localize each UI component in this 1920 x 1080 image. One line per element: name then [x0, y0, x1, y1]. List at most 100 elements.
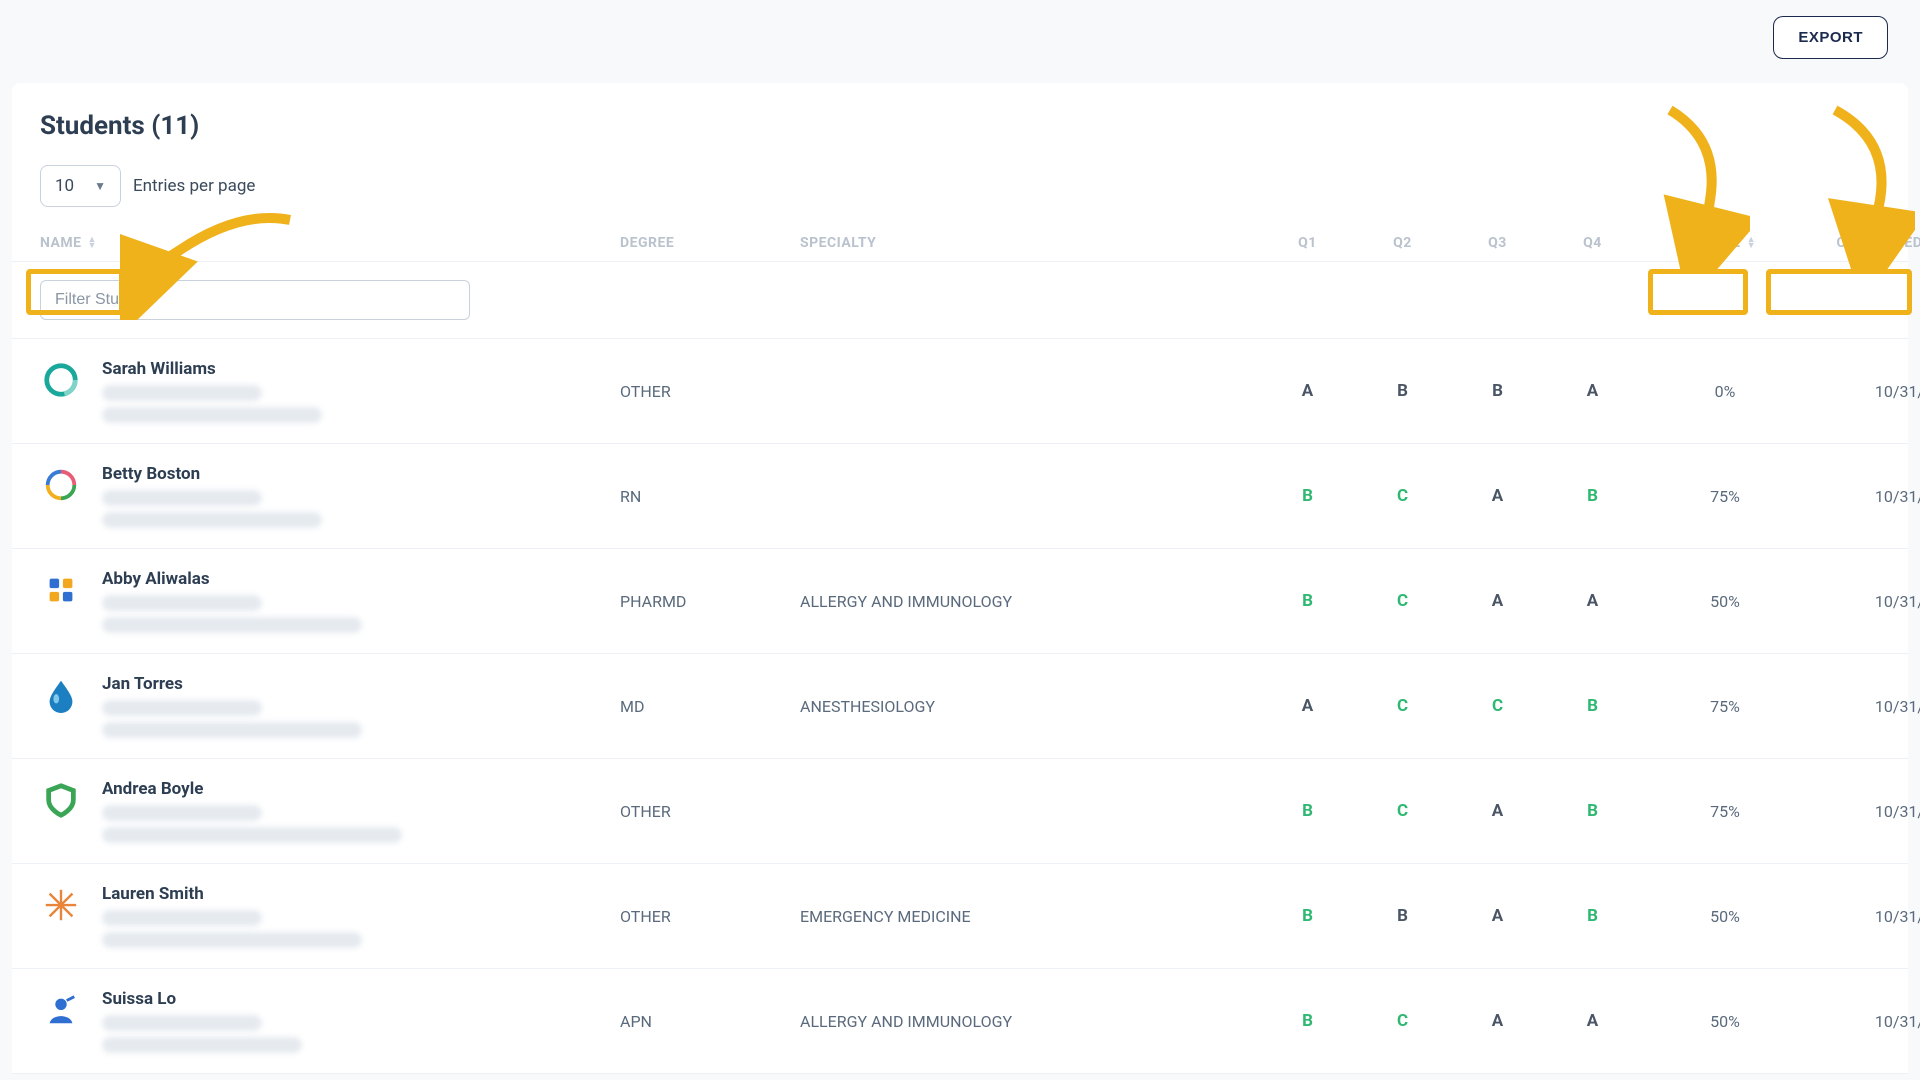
q4-cell: B	[1545, 906, 1640, 926]
redacted-line	[102, 932, 362, 948]
score-cell: 50%	[1640, 592, 1810, 611]
q1-cell: B	[1260, 486, 1355, 506]
redacted-line	[102, 490, 262, 506]
q3-cell: A	[1450, 486, 1545, 506]
table-row[interactable]: Lauren SmithOTHEREMERGENCY MEDICINEBBAB5…	[12, 864, 1908, 969]
col-completed-label: COMPLETED AT	[1837, 235, 1920, 251]
q4-cell: B	[1545, 486, 1640, 506]
export-button[interactable]: EXPORT	[1773, 16, 1888, 59]
redacted-line	[102, 827, 402, 843]
score-cell: 50%	[1640, 907, 1810, 926]
col-score-label: SCORE	[1694, 235, 1741, 251]
avatar	[40, 674, 82, 716]
name-block: Jan Torres	[102, 674, 362, 738]
name-cell: Suissa Lo	[40, 989, 620, 1053]
table-row[interactable]: Sarah WilliamsOTHERABBA0%10/31/2024	[12, 339, 1908, 444]
col-name-label: NAME	[40, 235, 82, 251]
completed-at-cell: 10/31/2024	[1810, 487, 1920, 506]
name-cell: Jan Torres	[40, 674, 620, 738]
q4-cell: B	[1545, 696, 1640, 716]
q2-cell: C	[1355, 486, 1450, 506]
entries-value: 10	[55, 176, 74, 196]
degree-cell: RN	[620, 487, 800, 506]
q3-cell: A	[1450, 906, 1545, 926]
col-degree[interactable]: DEGREE	[620, 235, 800, 251]
table-row[interactable]: Andrea BoyleOTHERBCAB75%10/31/2024	[12, 759, 1908, 864]
avatar	[40, 464, 82, 506]
redacted-line	[102, 805, 262, 821]
q3-cell: A	[1450, 801, 1545, 821]
q2-cell: B	[1355, 381, 1450, 401]
redacted-line	[102, 1037, 302, 1053]
name-block: Abby Aliwalas	[102, 569, 362, 633]
q2-cell: C	[1355, 801, 1450, 821]
avatar	[40, 569, 82, 611]
col-q4[interactable]: Q4	[1545, 235, 1640, 251]
main-panel: Students (11) 10 ▼ Entries per page NAME…	[12, 83, 1908, 1074]
sort-icon: ▲▼	[1747, 237, 1756, 249]
name-cell: Andrea Boyle	[40, 779, 620, 843]
name-cell: Abby Aliwalas	[40, 569, 620, 633]
table-row[interactable]: Suissa LoAPNALLERGY AND IMMUNOLOGYBCAA50…	[12, 969, 1908, 1074]
table-header: NAME ▲▼ DEGREE SPECIALTY Q1 Q2 Q3 Q4 SCO…	[12, 225, 1908, 262]
q1-cell: A	[1260, 696, 1355, 716]
filter-row	[12, 262, 1908, 339]
table-row[interactable]: Abby Aliwalas PHARMDALLERGY AND IMMUNOLOG…	[12, 549, 1908, 654]
degree-cell: PHARMD	[620, 592, 800, 611]
avatar	[40, 359, 82, 401]
name-cell: Sarah Williams	[40, 359, 620, 423]
student-name: Sarah Williams	[102, 359, 322, 379]
chevron-down-icon: ▼	[94, 179, 106, 193]
col-q1[interactable]: Q1	[1260, 235, 1355, 251]
degree-cell: APN	[620, 1012, 800, 1031]
redacted-line	[102, 512, 322, 528]
student-name: Abby Aliwalas	[102, 569, 362, 589]
redacted-line	[102, 722, 362, 738]
q1-cell: B	[1260, 1011, 1355, 1031]
score-cell: 0%	[1640, 382, 1810, 401]
degree-cell: MD	[620, 697, 800, 716]
specialty-cell: ALLERGY AND IMMUNOLOGY	[800, 1012, 1260, 1031]
name-block: Suissa Lo	[102, 989, 302, 1053]
redacted-line	[102, 617, 362, 633]
table-row[interactable]: Jan TorresMDANESTHESIOLOGYACCB75%10/31/2…	[12, 654, 1908, 759]
col-q2[interactable]: Q2	[1355, 235, 1450, 251]
redacted-line	[102, 595, 262, 611]
col-q3[interactable]: Q3	[1450, 235, 1545, 251]
q1-cell: B	[1260, 906, 1355, 926]
q3-cell: B	[1450, 381, 1545, 401]
col-name[interactable]: NAME ▲▼	[40, 235, 620, 251]
q2-cell: C	[1355, 696, 1450, 716]
entries-per-page-label: Entries per page	[133, 176, 255, 196]
col-specialty[interactable]: SPECIALTY	[800, 235, 1260, 251]
redacted-line	[102, 700, 262, 716]
name-cell: Lauren Smith	[40, 884, 620, 948]
q3-cell: A	[1450, 591, 1545, 611]
specialty-cell: EMERGENCY MEDICINE	[800, 907, 1260, 926]
filter-student-input[interactable]	[40, 280, 470, 320]
q2-cell: C	[1355, 1011, 1450, 1031]
student-name: Suissa Lo	[102, 989, 302, 1009]
specialty-cell: ANESTHESIOLOGY	[800, 697, 1260, 716]
specialty-cell: ALLERGY AND IMMUNOLOGY	[800, 592, 1260, 611]
q2-cell: B	[1355, 906, 1450, 926]
page-title: Students (11)	[12, 111, 1908, 165]
col-score[interactable]: SCORE ▲▼	[1640, 235, 1810, 251]
students-table: NAME ▲▼ DEGREE SPECIALTY Q1 Q2 Q3 Q4 SCO…	[12, 225, 1908, 1074]
q1-cell: A	[1260, 381, 1355, 401]
name-block: Lauren Smith	[102, 884, 362, 948]
completed-at-cell: 10/31/2024	[1810, 802, 1920, 821]
completed-at-cell: 10/31/2024	[1810, 1012, 1920, 1031]
table-row[interactable]: Betty BostonRNBCAB75%10/31/2024	[12, 444, 1908, 549]
student-name: Lauren Smith	[102, 884, 362, 904]
degree-cell: OTHER	[620, 907, 800, 926]
name-cell: Betty Boston	[40, 464, 620, 528]
avatar	[40, 779, 82, 821]
avatar	[40, 884, 82, 926]
q1-cell: B	[1260, 591, 1355, 611]
degree-cell: OTHER	[620, 382, 800, 401]
student-name: Betty Boston	[102, 464, 322, 484]
entries-per-page-select[interactable]: 10 ▼	[40, 165, 121, 207]
name-block: Andrea Boyle	[102, 779, 402, 843]
col-completed-at[interactable]: COMPLETED AT ▲▼	[1810, 235, 1920, 251]
